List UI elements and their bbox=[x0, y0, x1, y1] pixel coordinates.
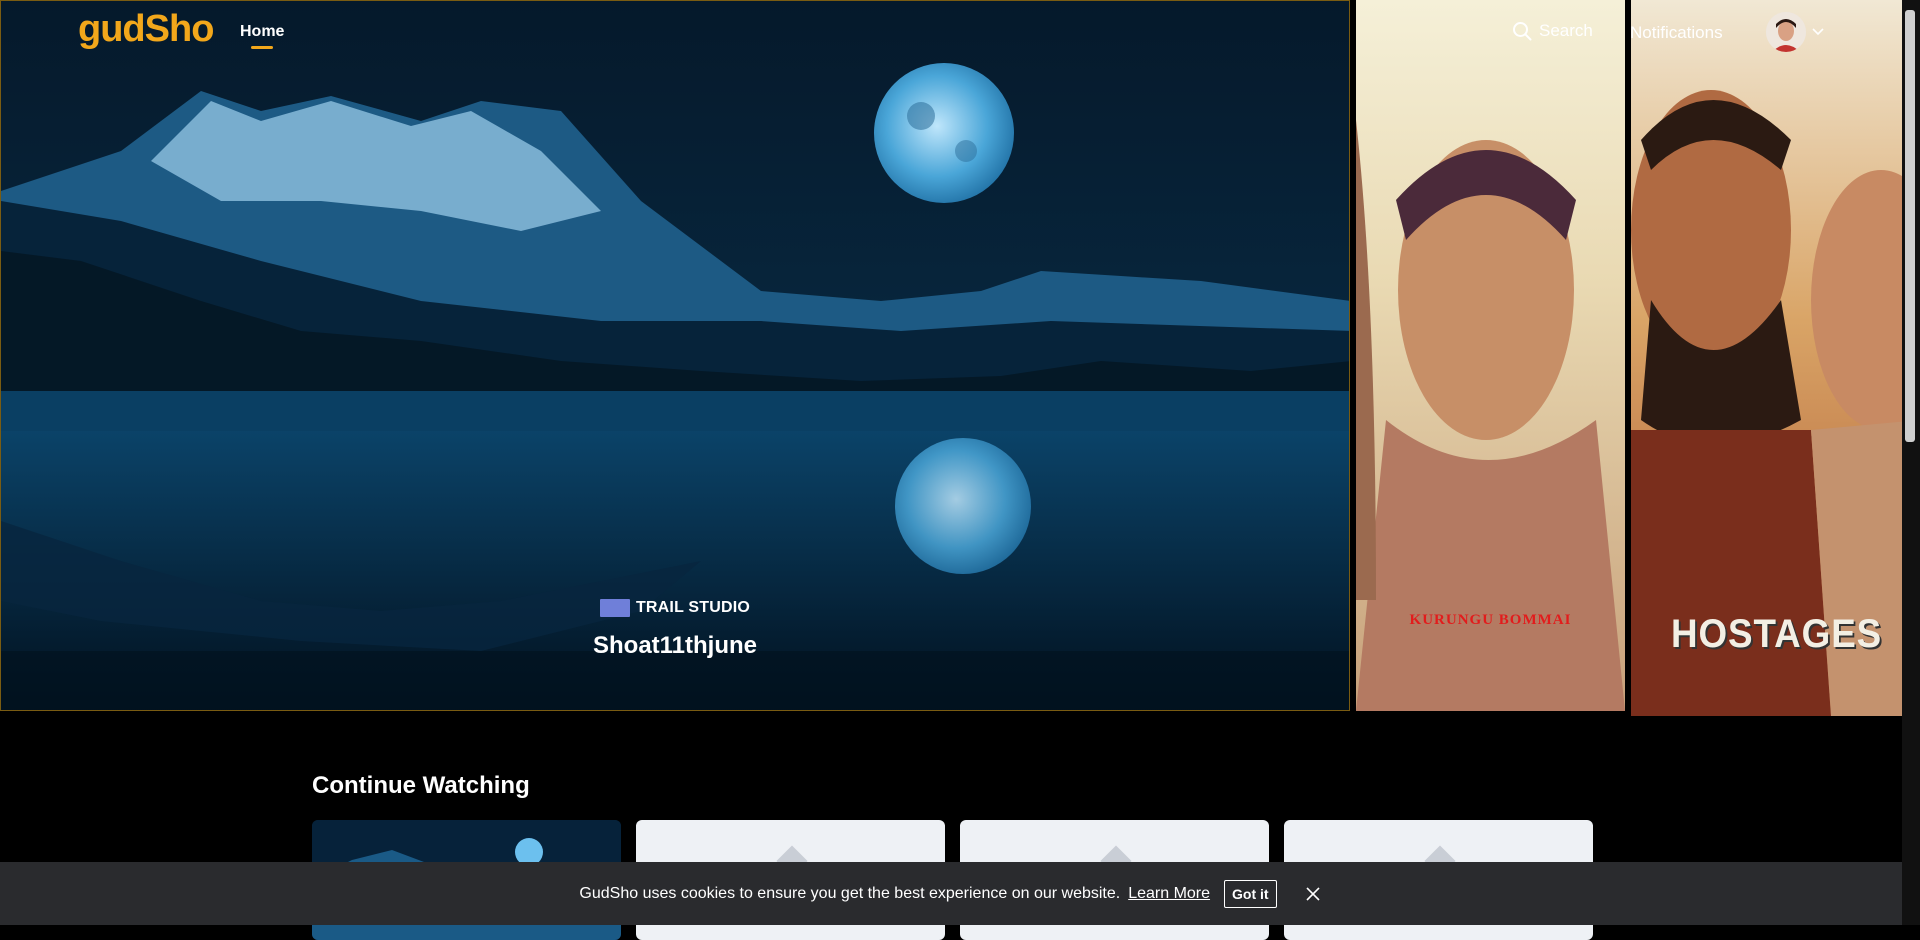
nav-active-indicator bbox=[251, 46, 273, 49]
cookie-learn-more-link[interactable]: Learn More bbox=[1128, 885, 1210, 903]
gudsho-logo[interactable]: gudSho bbox=[78, 8, 214, 51]
hero-main-slide[interactable]: TRAIL STUDIO Shoat11thjune bbox=[0, 0, 1350, 711]
cookie-message: GudSho uses cookies to ensure you get th… bbox=[579, 884, 1121, 902]
poster-artwork bbox=[1356, 120, 1625, 711]
poster-title: HOSTAGES bbox=[1671, 612, 1883, 656]
hero-info: TRAIL STUDIO Shoat11thjune bbox=[1, 599, 1349, 660]
continue-watching-heading: Continue Watching bbox=[312, 772, 530, 799]
search-label: Search bbox=[1539, 21, 1593, 40]
notifications-link[interactable]: Notifications bbox=[1630, 23, 1723, 43]
avatar bbox=[1766, 12, 1806, 52]
search-button[interactable]: Search bbox=[1512, 21, 1593, 41]
hero-side-poster-2[interactable]: HOSTAGES bbox=[1631, 0, 1920, 716]
hero-side-poster-1[interactable]: KURUNGU BOMMAI bbox=[1356, 0, 1625, 711]
page-scrollbar-thumb[interactable] bbox=[1905, 10, 1915, 442]
poster-title: KURUNGU BOMMAI bbox=[1409, 612, 1572, 628]
studio-logo bbox=[599, 599, 630, 617]
studio-name[interactable]: TRAIL STUDIO bbox=[636, 599, 750, 617]
top-header: gudSho Home Search Notifications bbox=[0, 0, 1920, 66]
cookie-consent-bar: GudSho uses cookies to ensure you get th… bbox=[0, 862, 1902, 925]
search-icon bbox=[1513, 22, 1532, 41]
hero-title[interactable]: Shoat11thjune bbox=[1, 632, 1349, 660]
studio-row[interactable]: TRAIL STUDIO bbox=[599, 599, 750, 617]
profile-menu[interactable] bbox=[1766, 12, 1824, 52]
cookie-accept-button[interactable]: Got it bbox=[1224, 879, 1277, 908]
close-icon[interactable] bbox=[1303, 884, 1323, 904]
poster-artwork bbox=[1631, 90, 1920, 716]
chevron-down-icon bbox=[1812, 28, 1824, 36]
nav-home-link[interactable]: Home bbox=[240, 23, 284, 41]
